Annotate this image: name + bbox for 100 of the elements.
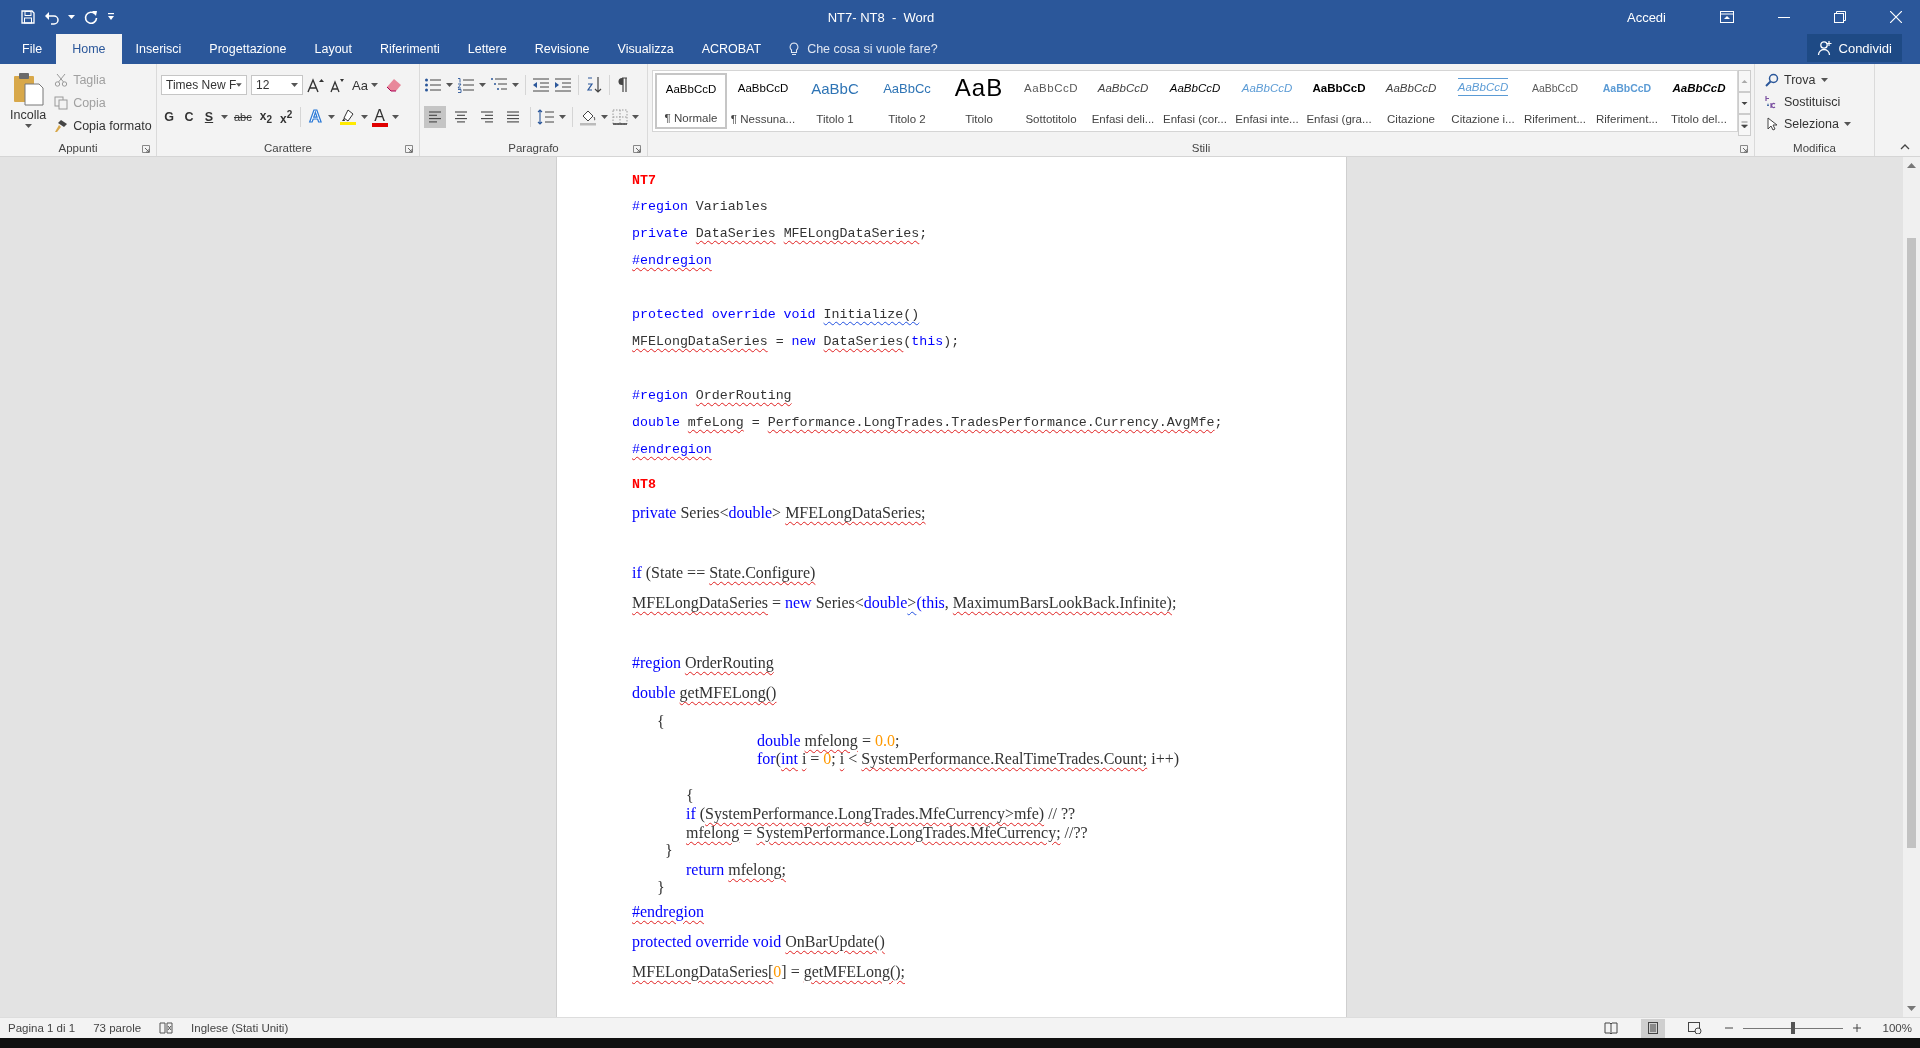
ribbon-tab[interactable]: Layout	[300, 34, 366, 64]
subscript-button[interactable]: x$_{2}$	[257, 106, 274, 128]
sort-icon[interactable]	[585, 76, 603, 94]
page-count[interactable]: Pagina 1 di 1	[8, 1022, 76, 1034]
ribbon-tab[interactable]: Riferimenti	[366, 34, 454, 64]
style-item[interactable]: AaBbCcD Citazione i...	[1447, 73, 1519, 129]
align-center-icon	[453, 110, 469, 124]
eraser-icon[interactable]	[384, 77, 403, 93]
style-item[interactable]: AaBbC Titolo 1	[799, 73, 871, 129]
caret-icon[interactable]	[391, 115, 399, 119]
align-left-button[interactable]	[424, 106, 446, 128]
ribbon-tab[interactable]: Progettazione	[195, 34, 301, 64]
style-item[interactable]: AaBbCcD Titolo del...	[1663, 73, 1735, 129]
caret-icon[interactable]	[68, 14, 75, 20]
bold-button[interactable]: G	[161, 106, 177, 128]
dialog-launcher-icon[interactable]	[405, 145, 413, 153]
more-styles-icon[interactable]	[1738, 114, 1751, 136]
minimize-icon[interactable]	[1778, 16, 1790, 18]
zoom-slider[interactable]	[1742, 1022, 1843, 1034]
change-case-button[interactable]: Aa	[349, 77, 381, 93]
print-layout-button[interactable]	[1640, 1018, 1665, 1038]
tell-me-field[interactable]: Che cosa si vuole fare?	[805, 41, 970, 57]
search-icon	[1765, 72, 1779, 87]
caret-icon[interactable]	[601, 115, 608, 119]
style-item[interactable]: AaB Titolo	[943, 73, 1015, 129]
style-item[interactable]: AaBbCcD Riferiment...	[1519, 73, 1591, 129]
numbered-list-icon[interactable]	[457, 77, 475, 93]
ribbon-tab[interactable]: ACROBAT	[687, 34, 776, 64]
share-button[interactable]: Condividi	[1806, 34, 1902, 62]
ribbon-tab[interactable]: Visualizza	[603, 34, 688, 64]
caret-icon[interactable]	[479, 83, 486, 87]
caret-icon[interactable]	[512, 83, 519, 87]
grow-font-icon[interactable]	[307, 77, 325, 93]
ribbon-display-icon[interactable]	[1720, 11, 1734, 23]
close-icon[interactable]	[1890, 11, 1902, 23]
collapse-ribbon-icon[interactable]	[1900, 144, 1910, 150]
zoom-level[interactable]: 100%	[1882, 1022, 1912, 1034]
style-item[interactable]: AaBbCcD Enfasi deli...	[1087, 73, 1159, 129]
scroll-up-icon[interactable]	[1907, 162, 1916, 168]
save-icon[interactable]	[20, 9, 36, 25]
caret-icon[interactable]	[446, 83, 453, 87]
customize-toolbar-icon[interactable]	[107, 13, 115, 21]
ribbon-tab[interactable]: Revisione	[520, 34, 604, 64]
caret-icon[interactable]	[632, 115, 639, 119]
paint-bucket-icon[interactable]	[579, 108, 597, 126]
dialog-launcher-icon[interactable]	[1740, 145, 1748, 153]
pilcrow-icon[interactable]	[616, 77, 628, 93]
sign-in-link[interactable]: Accedi	[1626, 9, 1666, 25]
format-painter-button[interactable]: Copia formato	[54, 116, 152, 135]
style-item[interactable]: AaBbCcD Sottotitolo	[1015, 73, 1087, 129]
ribbon-tab[interactable]: Lettere	[453, 34, 521, 64]
replace-button[interactable]: Sostituisci	[1765, 92, 1870, 111]
style-item[interactable]: AaBbCcD ¶ Nessuna...	[727, 73, 799, 129]
ribbon-tab[interactable]: Inserisci	[121, 34, 196, 64]
style-item[interactable]: AaBbCcD Citazione	[1375, 73, 1447, 129]
strikethrough-button[interactable]: abc	[232, 106, 254, 128]
scroll-down-icon[interactable]	[1738, 92, 1751, 114]
find-button[interactable]: Trova	[1765, 70, 1870, 89]
redo-icon[interactable]	[83, 9, 99, 25]
caret-icon[interactable]	[221, 115, 228, 119]
underline-button[interactable]: S	[201, 106, 217, 128]
zoom-in-icon[interactable]	[1852, 1024, 1861, 1032]
style-item[interactable]: AaBbCcD Enfasi inte...	[1231, 73, 1303, 129]
borders-icon[interactable]	[612, 109, 628, 125]
vertical-scrollbar[interactable]	[1903, 157, 1920, 1017]
restore-icon[interactable]	[1834, 11, 1846, 23]
style-item[interactable]: AaBbCcD Enfasi (gra...	[1303, 73, 1375, 129]
font-color-button[interactable]: A	[371, 107, 388, 127]
multilevel-list-icon[interactable]	[490, 77, 508, 93]
highlighter-icon[interactable]	[338, 108, 357, 126]
caret-icon[interactable]	[559, 115, 566, 119]
code-line: private DataSeries MFELongDataSeries;	[632, 226, 929, 243]
ribbon-tab[interactable]: File	[8, 34, 57, 64]
style-item[interactable]: AaBbCcD Enfasi (cor...	[1159, 73, 1231, 129]
proofing-icon[interactable]	[159, 1022, 174, 1034]
line-spacing-icon[interactable]	[537, 109, 555, 125]
superscript-button[interactable]: x$^{2}$	[278, 106, 295, 128]
group-label: Appunti	[58, 142, 98, 154]
select-button[interactable]: Seleziona	[1765, 114, 1870, 133]
word-count[interactable]: 73 parole	[93, 1022, 142, 1034]
italic-button[interactable]: C	[181, 106, 197, 128]
paste-button[interactable]: Incolla	[4, 68, 51, 140]
style-item[interactable]: AaBbCcD ¶ Normale	[655, 73, 727, 129]
dialog-launcher-icon[interactable]	[142, 145, 150, 153]
shrink-font-icon[interactable]	[329, 77, 345, 93]
language-indicator[interactable]: Inglese (Stati Uniti)	[191, 1022, 289, 1034]
caret-icon[interactable]	[360, 115, 368, 119]
style-item[interactable]: AaBbCc Titolo 2	[871, 73, 943, 129]
decrease-indent-icon[interactable]	[532, 77, 550, 93]
group-label: Carattere	[264, 142, 312, 154]
font-size-field[interactable]: 12	[251, 75, 303, 95]
book-icon	[1603, 1022, 1618, 1034]
ribbon-tab[interactable]: Home	[56, 34, 122, 64]
font-name-field[interactable]: Times New F	[161, 75, 247, 95]
dialog-launcher-icon[interactable]	[633, 145, 641, 153]
increase-indent-icon[interactable]	[554, 77, 572, 93]
bullet-list-icon[interactable]	[424, 77, 442, 93]
scroll-down-icon[interactable]	[1907, 1006, 1916, 1012]
style-item[interactable]: AaBbCcD Riferiment...	[1591, 73, 1663, 129]
caret-icon[interactable]	[327, 115, 335, 119]
